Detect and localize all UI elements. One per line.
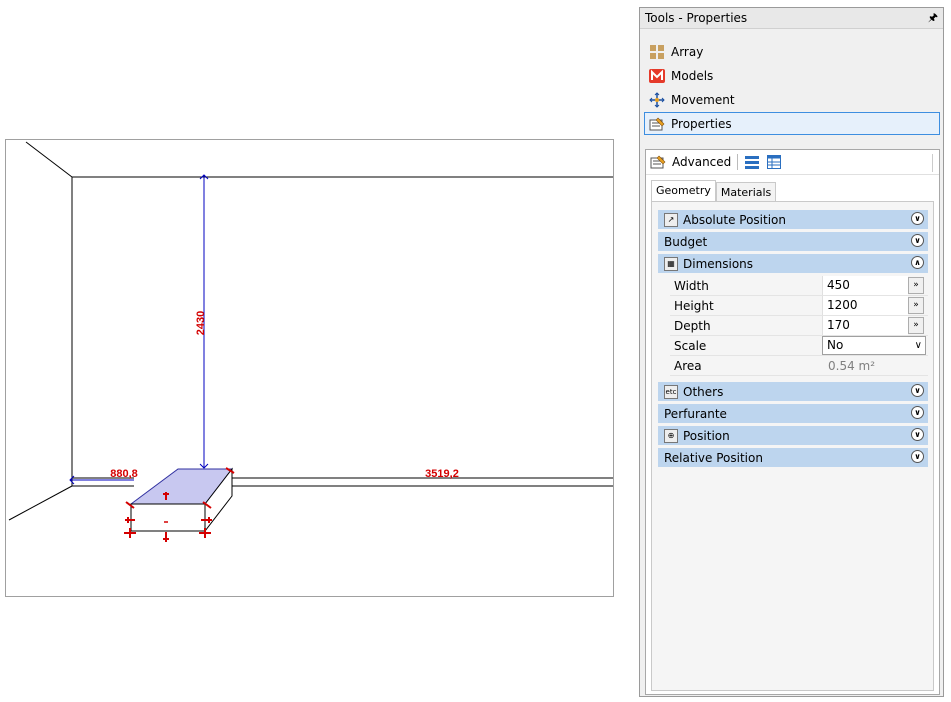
properties-icon [649,116,665,132]
geometry-tab-body: ↗ Absolute Position ∨ Budget ∨ ▦ Dimensi… [651,201,934,691]
tab-geometry[interactable]: Geometry [651,180,716,202]
area-label: Area [674,359,702,373]
height-more-button[interactable]: » [908,297,924,314]
tool-movement-label: Movement [671,92,735,107]
scale-label: Scale [674,339,707,353]
section-label: Perfurante [664,406,727,421]
position-icon: ⊕ [664,428,678,443]
section-budget[interactable]: Budget ∨ [658,232,928,251]
array-icon [649,44,665,60]
height-label: Height [674,299,714,313]
scale-select[interactable]: No ∨ [822,336,926,355]
width-more-button[interactable]: » [908,277,924,294]
room-edge [8,485,73,521]
advanced-button[interactable]: Advanced [672,155,731,169]
models-icon [649,68,665,84]
movement-icon [649,91,665,108]
tool-models[interactable]: Models [644,64,940,87]
properties-box: Advanced Geometry Materials ↗ Absolute P… [645,149,940,695]
others-icon: etc [664,384,678,399]
width-input[interactable]: 450 [822,276,908,295]
tool-properties-label: Properties [671,116,732,131]
property-row-scale: Scale No ∨ [670,336,928,356]
property-row-height: Height 1200 » [670,296,928,316]
panel-title: Tools - Properties [645,11,748,25]
tool-array[interactable]: Array [644,40,940,63]
tool-array-label: Array [671,44,704,59]
pin-icon[interactable]: 🖈 [928,8,938,28]
tool-properties[interactable]: Properties [644,112,940,135]
absolute-position-icon: ↗ [664,212,678,227]
depth-input[interactable]: 170 [822,316,908,335]
expand-chevron-icon[interactable]: ∨ [911,428,924,441]
dimension-height-label: 2430 [195,311,207,335]
section-label: Budget [664,234,708,249]
table-view-icon[interactable] [766,154,782,170]
dimension-right-label: 3519,2 [425,468,459,480]
section-perfurante[interactable]: Perfurante ∨ [658,404,928,423]
expand-chevron-icon[interactable]: ∨ [911,450,924,463]
height-input[interactable]: 1200 [822,296,908,315]
section-relative-position[interactable]: Relative Position ∨ [658,448,928,467]
toolbar-end-separator [932,154,933,172]
section-label: Dimensions [683,256,754,271]
room-edge [25,141,73,178]
chevron-down-icon: ∨ [914,340,922,351]
toolbar-separator [737,154,739,170]
section-label: Position [683,428,730,443]
selected-object-front [130,503,206,532]
section-dimensions[interactable]: ▦ Dimensions ∧ [658,254,928,273]
panel-title-bar: Tools - Properties 🖈 [640,8,943,29]
expand-chevron-icon[interactable]: ∨ [911,212,924,225]
section-absolute-position[interactable]: ↗ Absolute Position ∨ [658,210,928,229]
advanced-icon [650,154,666,170]
section-label: Others [683,384,724,399]
property-row-depth: Depth 170 » [670,316,928,336]
section-others[interactable]: etc Others ∨ [658,382,928,401]
depth-label: Depth [674,319,711,333]
tools-properties-panel: Tools - Properties 🖈 Array Models Moveme… [639,7,944,697]
expand-chevron-icon[interactable]: ∨ [911,406,924,419]
tool-models-label: Models [671,68,714,83]
tool-movement[interactable]: Movement [644,88,940,111]
scale-select-value: No [827,338,844,352]
tool-list: Array Models Movement Properties [644,40,940,136]
expand-chevron-icon[interactable]: ∨ [911,384,924,397]
width-label: Width [674,279,709,293]
3d-viewport[interactable]: 2430 880,8 3519,2 [5,139,614,597]
tab-materials[interactable]: Materials [715,182,777,202]
scene-drawing: 2430 880,8 3519,2 [8,141,613,542]
dimension-left-label: 880,8 [110,468,138,480]
area-value: 0.54 m² [828,359,876,373]
dimensions-icon: ▦ [664,256,678,271]
property-row-area: Area 0.54 m² [670,356,928,376]
depth-more-button[interactable]: » [908,317,924,334]
categorized-view-icon[interactable] [744,154,760,170]
expand-chevron-icon[interactable]: ∨ [911,234,924,247]
section-label: Absolute Position [683,212,786,227]
section-label: Relative Position [664,450,763,465]
collapse-chevron-icon[interactable]: ∧ [911,256,924,269]
properties-toolbar: Advanced [646,150,939,175]
section-position[interactable]: ⊕ Position ∨ [658,426,928,445]
property-row-width: Width 450 » [670,276,928,296]
